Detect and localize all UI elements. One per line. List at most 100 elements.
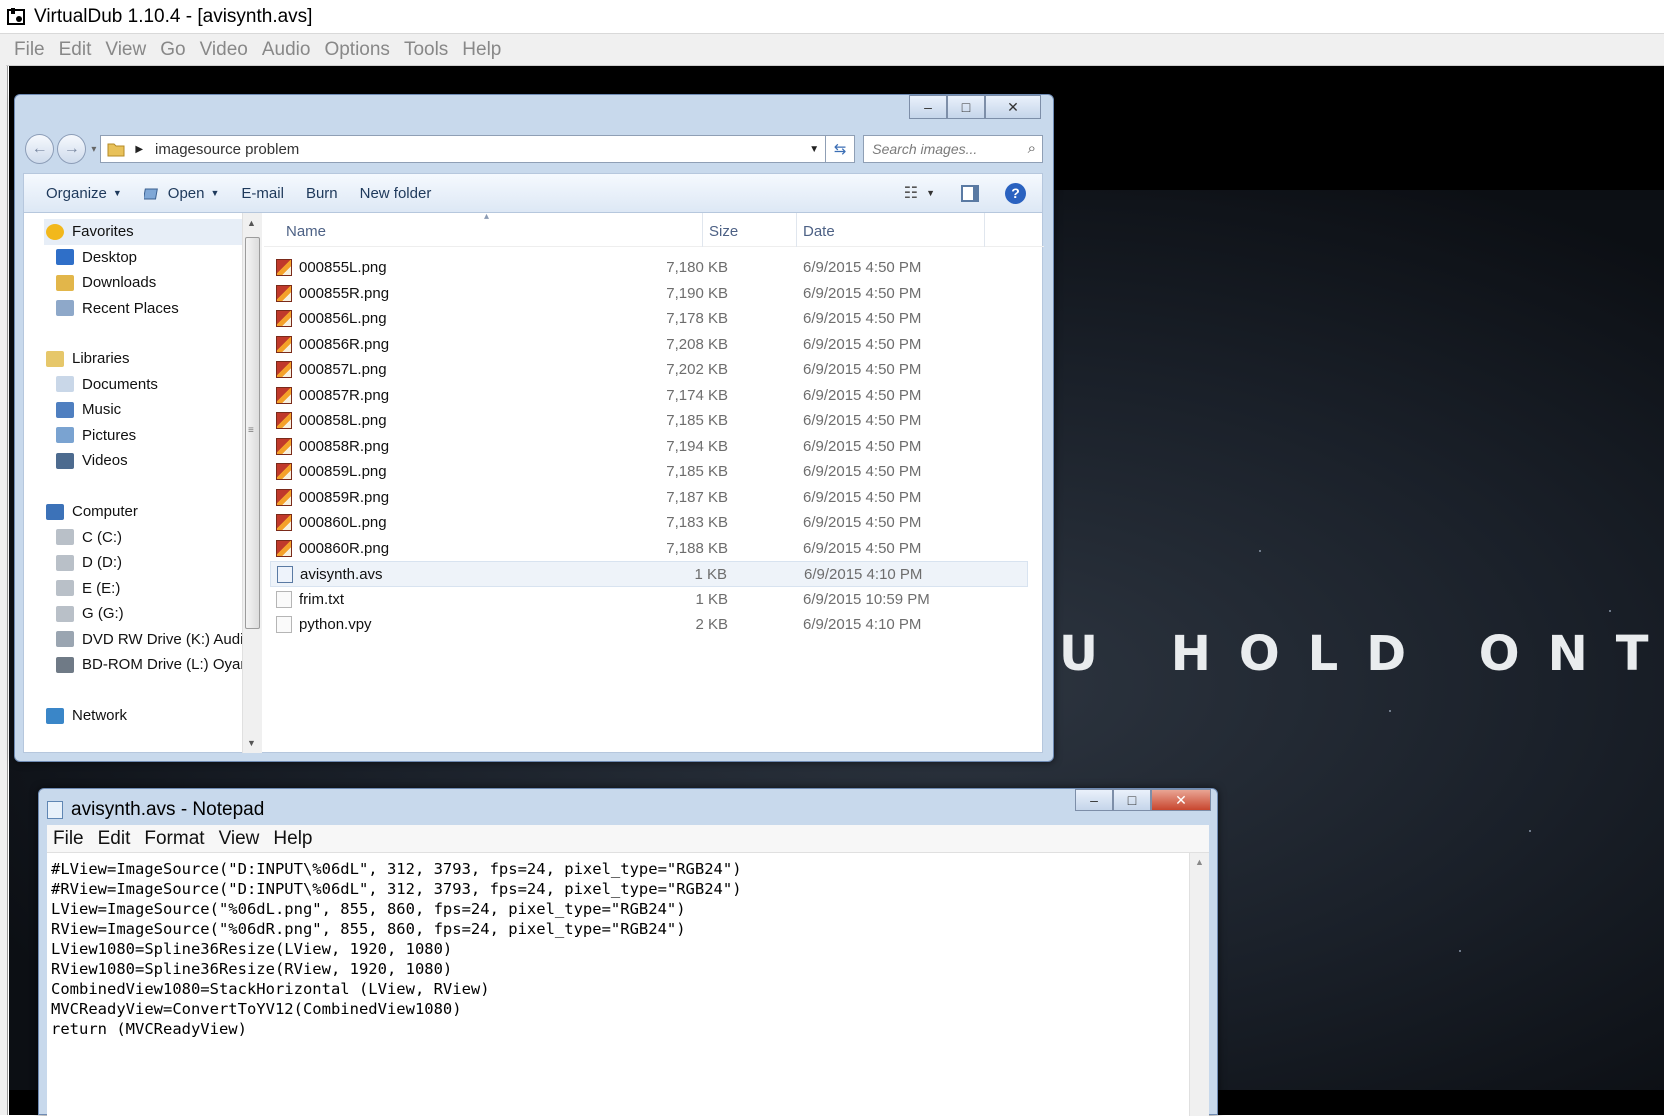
preview-pane-icon[interactable]: [961, 184, 979, 202]
breadcrumb-current-folder[interactable]: imagesource problem: [155, 141, 299, 158]
nav-item[interactable]: Libraries: [46, 350, 130, 367]
nav-item[interactable]: Documents: [56, 376, 158, 393]
file-row[interactable]: 000858L.png 7,185 KB 6/9/2015 4:50 PM: [270, 408, 1028, 434]
refresh-icon: ⇆: [833, 141, 847, 158]
nav-item-label: Desktop: [82, 248, 138, 266]
close-button[interactable]: ✕: [1151, 789, 1211, 811]
desktop-icon: [56, 249, 74, 265]
minimize-button[interactable]: –: [1075, 789, 1113, 811]
file-row[interactable]: 000856R.png 7,208 KB 6/9/2015 4:50 PM: [270, 332, 1028, 358]
views-icon[interactable]: ☷: [904, 183, 918, 203]
notepad-text-area[interactable]: #LView=ImageSource("D:INPUT\%06dL", 312,…: [47, 853, 1189, 1116]
file-row[interactable]: 000860R.png 7,188 KB 6/9/2015 4:50 PM: [270, 536, 1028, 562]
minimize-button[interactable]: –: [909, 95, 947, 119]
nav-item[interactable]: Computer: [46, 503, 138, 520]
file-row[interactable]: 000856L.png 7,178 KB 6/9/2015 4:50 PM: [270, 306, 1028, 332]
nav-item[interactable]: Music: [56, 401, 121, 418]
nav-item[interactable]: Recent Places: [56, 300, 179, 317]
file-size: 1 KB: [695, 590, 728, 608]
maximize-icon: □: [1127, 792, 1137, 808]
menu-file[interactable]: File: [53, 828, 84, 850]
address-bar[interactable]: ▶ imagesource problem ▼: [100, 135, 827, 163]
menu-video[interactable]: Video: [200, 39, 248, 61]
menu-help[interactable]: Help: [462, 39, 501, 61]
file-row[interactable]: 000859L.png 7,185 KB 6/9/2015 4:50 PM: [270, 459, 1028, 485]
menu-view[interactable]: View: [105, 39, 146, 61]
file-row[interactable]: avisynth.avs 1 KB 6/9/2015 4:10 PM: [270, 561, 1028, 587]
file-row[interactable]: python.vpy 2 KB 6/9/2015 4:10 PM: [270, 612, 1028, 638]
column-divider[interactable]: [702, 213, 703, 247]
file-row[interactable]: 000855L.png 7,180 KB 6/9/2015 4:50 PM: [270, 255, 1028, 281]
back-button[interactable]: ←: [25, 134, 55, 164]
menu-format[interactable]: Format: [144, 828, 204, 850]
scroll-up-icon[interactable]: ▲: [1195, 857, 1204, 867]
nav-item-label: E (E:): [82, 579, 121, 597]
nav-item[interactable]: Desktop: [56, 249, 137, 266]
menu-tools[interactable]: Tools: [404, 39, 448, 61]
notepad-window: avisynth.avs - Notepad – □ ✕ File Edit F…: [38, 788, 1218, 1116]
menu-edit[interactable]: Edit: [98, 828, 131, 850]
file-size: 7,185 KB: [666, 412, 728, 429]
file-row[interactable]: frim.txt 1 KB 6/9/2015 10:59 PM: [270, 587, 1028, 613]
file-date: 6/9/2015 4:50 PM: [803, 412, 922, 429]
menu-view[interactable]: View: [219, 828, 260, 850]
nav-item[interactable]: Favorites: [46, 223, 134, 240]
scroll-up-icon[interactable]: ▲: [247, 218, 256, 228]
forward-button[interactable]: →: [57, 134, 87, 164]
column-header-size[interactable]: Size: [709, 223, 738, 240]
column-divider[interactable]: [984, 213, 985, 247]
file-row[interactable]: 000858R.png 7,194 KB 6/9/2015 4:50 PM: [270, 434, 1028, 460]
organize-button[interactable]: Organize ▼: [46, 185, 122, 202]
help-icon[interactable]: ?: [1005, 182, 1026, 204]
file-size: 7,178 KB: [666, 310, 728, 327]
file-row[interactable]: 000857L.png 7,202 KB 6/9/2015 4:50 PM: [270, 357, 1028, 383]
menu-help[interactable]: Help: [273, 828, 312, 850]
file-row[interactable]: 000855R.png 7,190 KB 6/9/2015 4:50 PM: [270, 281, 1028, 307]
file-name: avisynth.avs: [300, 566, 383, 583]
file-row[interactable]: 000857R.png 7,174 KB 6/9/2015 4:50 PM: [270, 383, 1028, 409]
open-button[interactable]: Open ▼: [143, 185, 220, 202]
file-row[interactable]: 000860L.png 7,183 KB 6/9/2015 4:50 PM: [270, 510, 1028, 536]
nav-item[interactable]: G (G:): [56, 605, 124, 622]
navigation-scrollbar[interactable]: ▲ ≡ ▼: [242, 213, 262, 753]
nav-item[interactable]: C (C:): [56, 529, 122, 546]
nav-item[interactable]: Videos: [56, 452, 128, 469]
nav-item[interactable]: D (D:): [56, 554, 122, 571]
nav-item[interactable]: DVD RW Drive (K:) Audio: [56, 631, 242, 648]
menu-audio[interactable]: Audio: [262, 39, 311, 61]
address-dropdown-icon[interactable]: ▼: [809, 144, 819, 155]
notepad-scrollbar[interactable]: ▲: [1189, 853, 1209, 1116]
breadcrumb-chevron-icon[interactable]: ▶: [135, 144, 143, 155]
menu-file[interactable]: File: [14, 39, 45, 61]
dvd-drive-icon: [56, 631, 74, 647]
burn-button[interactable]: Burn: [306, 185, 338, 202]
file-row[interactable]: 000859R.png 7,187 KB 6/9/2015 4:50 PM: [270, 485, 1028, 511]
close-button[interactable]: ✕: [985, 95, 1041, 119]
nav-item[interactable]: E (E:): [56, 580, 120, 597]
views-dropdown-icon[interactable]: ▼: [926, 188, 935, 198]
menu-edit[interactable]: Edit: [59, 39, 92, 61]
scroll-down-icon[interactable]: ▼: [247, 738, 256, 748]
nav-item[interactable]: Network: [46, 707, 127, 724]
column-divider[interactable]: [796, 213, 797, 247]
email-button[interactable]: E-mail: [241, 185, 284, 202]
recent-pages-dropdown-icon[interactable]: ▾: [91, 144, 96, 155]
nav-item[interactable]: BD-ROM Drive (L:) Oyars: [56, 656, 242, 673]
new-folder-button[interactable]: New folder: [360, 185, 432, 202]
column-header-date[interactable]: Date: [803, 223, 835, 240]
maximize-button[interactable]: □: [947, 95, 985, 119]
command-bar: Organize ▼ Open ▼ E-mail Burn New folder ☷…: [23, 173, 1043, 213]
nav-item-label: DVD RW Drive (K:) Audio: [82, 630, 242, 648]
menu-go[interactable]: Go: [160, 39, 185, 61]
file-date: 6/9/2015 4:50 PM: [803, 284, 922, 302]
menu-options[interactable]: Options: [324, 39, 389, 61]
refresh-button[interactable]: ⇆: [826, 135, 856, 163]
chevron-down-icon: ▼: [210, 188, 220, 198]
column-header-name[interactable]: Name: [286, 223, 326, 240]
search-input[interactable]: Search images... ⌕: [863, 135, 1043, 163]
nav-item[interactable]: Downloads: [56, 274, 156, 291]
nav-item[interactable]: Pictures: [56, 427, 136, 444]
notepad-caption-buttons: – □ ✕: [1075, 789, 1211, 811]
maximize-button[interactable]: □: [1113, 789, 1151, 811]
file-date: 6/9/2015 4:50 PM: [803, 335, 922, 353]
